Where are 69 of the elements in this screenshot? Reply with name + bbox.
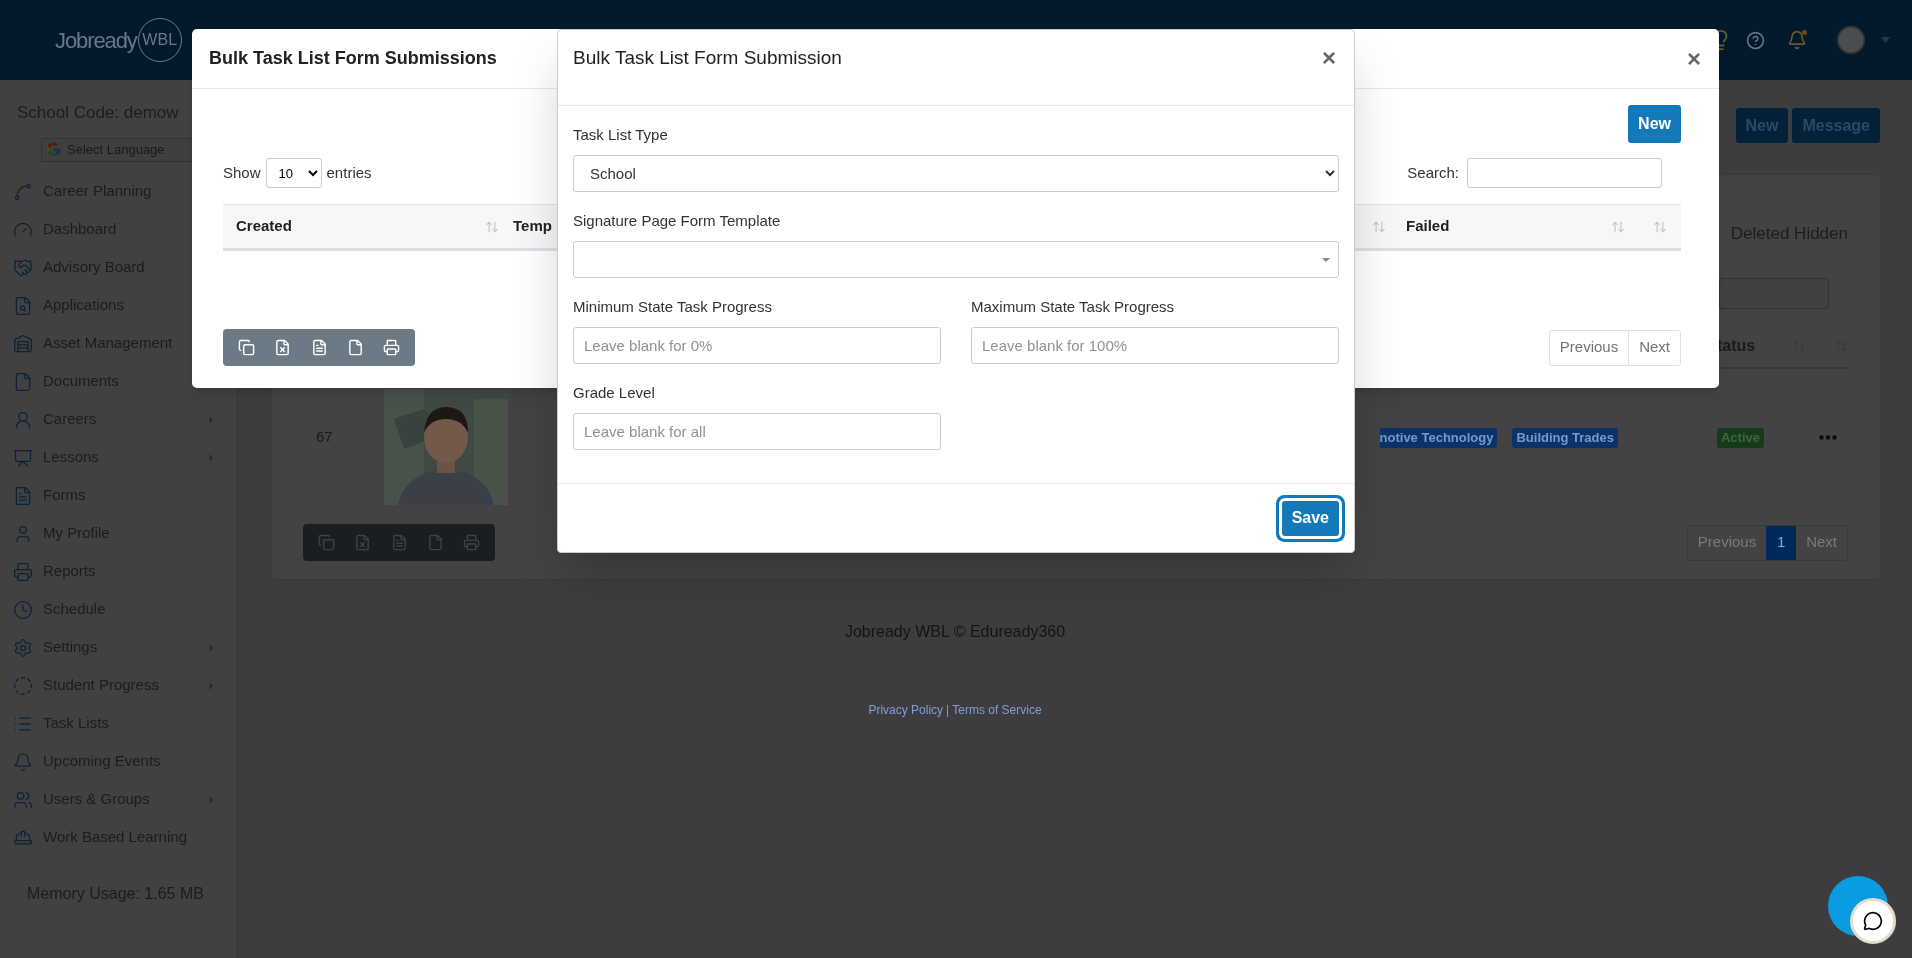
caret-icon [1322, 257, 1330, 262]
input-field[interactable]: Leave blank for 100% [971, 327, 1339, 364]
g-logo-icon [46, 142, 61, 157]
task-list-type-select[interactable]: School [573, 155, 1339, 192]
handshake-icon [13, 257, 33, 278]
file-icon [346, 339, 364, 356]
dashed-circle-icon [13, 675, 33, 696]
show-label: Show [223, 162, 261, 183]
person-icon [13, 409, 33, 430]
entries-label: entries [326, 162, 372, 183]
settings-icon [13, 637, 33, 658]
input-field[interactable]: Leave blank for all [573, 413, 941, 450]
entries-select[interactable]: 10 [265, 158, 322, 188]
modal-title: Bulk Task List Form Submission [573, 46, 842, 70]
presentation-icon [13, 447, 33, 468]
more-icon[interactable] [1819, 435, 1837, 440]
field-label: Grade Level [573, 383, 656, 402]
printer-icon [13, 561, 33, 582]
search-field[interactable] [1719, 278, 1829, 309]
page-button[interactable]: 1 [1766, 525, 1797, 560]
privacy-link[interactable]: Privacy Policy [868, 701, 944, 719]
file-icon [426, 534, 444, 551]
field-label: Task List Type [573, 125, 669, 144]
help-icon[interactable] [1746, 30, 1765, 50]
file-lines-icon [310, 339, 328, 356]
warehouse-icon [13, 333, 33, 354]
modal-title: Bulk Task List Form Submissions [209, 47, 497, 70]
document-icon [13, 371, 33, 392]
next-button[interactable]: Next [1629, 330, 1680, 365]
template-combobox[interactable] [573, 241, 1339, 278]
clock-icon [13, 599, 33, 620]
users-icon [13, 789, 33, 810]
new-button[interactable]: New [1628, 105, 1681, 143]
file-x-icon [274, 339, 292, 356]
column-header[interactable]: Failed [1406, 215, 1611, 238]
copy-icon [317, 534, 335, 551]
bell-icon[interactable] [1787, 30, 1807, 50]
field-label: Maximum State Task Progress [971, 297, 1176, 316]
copy-icon [237, 339, 255, 356]
chat-icon [1863, 911, 1883, 931]
column-header[interactable]: Temp [513, 215, 552, 238]
sort-icon[interactable] [1611, 219, 1625, 234]
column-header[interactable]: Created [236, 215, 292, 238]
chat-button[interactable] [1828, 876, 1896, 944]
close-button[interactable]: × [1687, 46, 1701, 71]
file-search-icon [13, 295, 33, 316]
field-label: Minimum State Task Progress [573, 297, 773, 316]
sort-icon[interactable] [1372, 219, 1386, 234]
previous-button[interactable]: Previous [1549, 330, 1630, 365]
printer-icon [383, 339, 401, 356]
close-button[interactable]: × [1322, 38, 1336, 78]
form-icon [13, 485, 33, 506]
caret-icon[interactable] [1881, 37, 1890, 43]
logo-text: Jobready [55, 26, 137, 55]
file-lines-icon [390, 534, 408, 551]
input-field[interactable]: Leave blank for 0% [573, 327, 941, 364]
file-x-icon [354, 534, 372, 551]
terms-link[interactable]: Terms of Service [952, 701, 1042, 719]
bell-icon [13, 751, 33, 772]
tag: Building Trades [1512, 427, 1618, 448]
tag: notive Technology [1379, 427, 1498, 448]
avatar-icon[interactable] [1835, 24, 1867, 56]
link-separator: | [946, 702, 950, 719]
printer-icon [463, 534, 481, 551]
field-label: Signature Page Form Template [573, 211, 782, 230]
sort-icon[interactable] [1653, 219, 1667, 234]
curve-nodes-icon [13, 181, 33, 202]
sort-icon[interactable] [485, 219, 499, 234]
search-label: Search: [1407, 162, 1459, 183]
